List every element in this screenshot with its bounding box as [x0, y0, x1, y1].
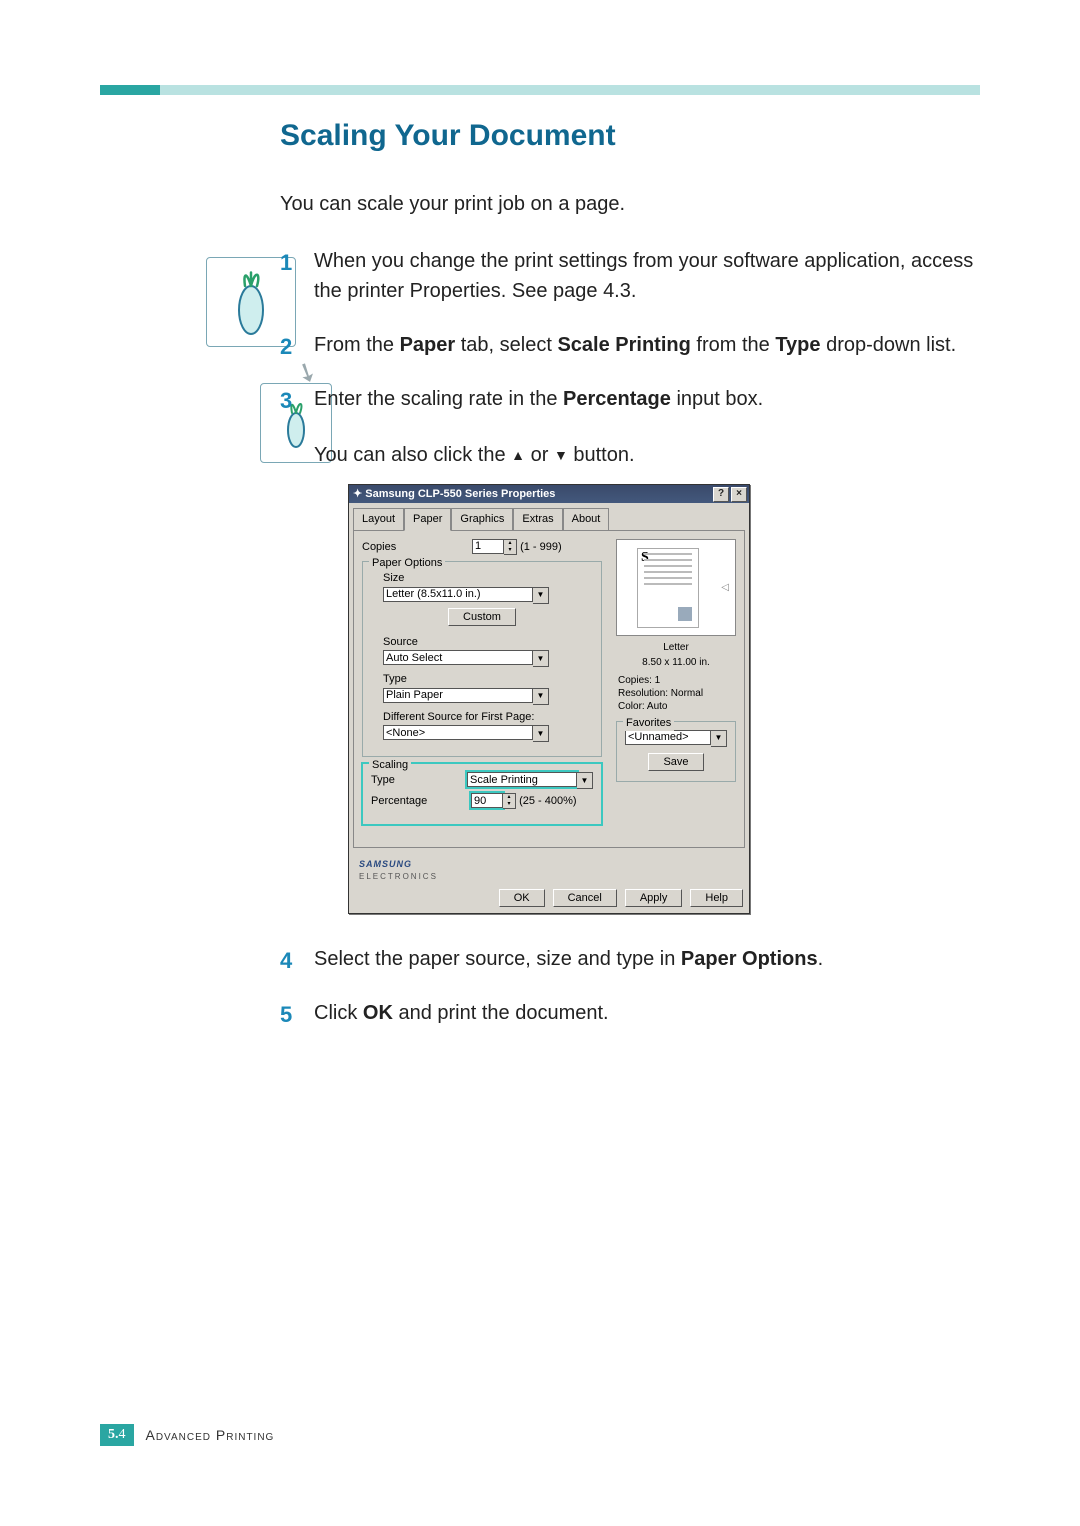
tab-strip: Layout Paper Graphics Extras About	[349, 503, 749, 530]
dialog-right-column: S ◁ Letter 8.50 x 11.00 in. Copies: 1	[616, 539, 736, 788]
percentage-range: (25 - 400%)	[519, 793, 576, 810]
help-window-button[interactable]: ?	[713, 487, 729, 502]
chapter-number: 5.	[108, 1427, 119, 1442]
tab-layout[interactable]: Layout	[353, 508, 404, 531]
steps-list: When you change the print settings from …	[280, 246, 980, 1028]
type-label: Type	[383, 671, 593, 688]
tab-extras[interactable]: Extras	[513, 508, 562, 531]
spin-down-icon[interactable]: ▾	[504, 547, 516, 554]
scaling-group: Scaling Type ▼	[362, 763, 602, 825]
info-color: Color: Auto	[618, 700, 736, 713]
source-dropdown[interactable]: ▼	[383, 650, 549, 667]
step-1: When you change the print settings from …	[280, 246, 980, 306]
dialog-footer: OK Cancel Apply Help	[349, 883, 749, 913]
step-1-text: When you change the print settings from …	[314, 250, 973, 302]
dialog-titlebar: ✦ Samsung CLP-550 Series Properties ? ×	[349, 485, 749, 503]
diff-first-page-label: Different Source for First Page:	[383, 709, 593, 726]
copies-label: Copies	[362, 539, 442, 556]
diff-first-page-dropdown[interactable]: ▼	[383, 725, 549, 742]
page-title: Scaling Your Document	[280, 119, 980, 153]
copies-input[interactable]	[472, 539, 504, 554]
step-5: Click OK and print the document.	[280, 998, 980, 1028]
info-copies: Copies: 1	[618, 674, 736, 687]
tab-graphics[interactable]: Graphics	[451, 508, 513, 531]
custom-size-button[interactable]: Custom	[448, 608, 516, 626]
chevron-down-icon[interactable]: ▼	[533, 650, 549, 667]
window-icon: ✦	[353, 486, 362, 503]
favorites-label: Favorites	[623, 715, 674, 732]
brand-sub: ELECTRONICS	[359, 872, 438, 881]
footer-title: Advanced Printing	[146, 1427, 275, 1443]
chevron-down-icon[interactable]: ▼	[533, 725, 549, 742]
section-rule	[100, 85, 980, 95]
page-number: 4	[119, 1427, 126, 1442]
copies-spinner[interactable]: ▴▾	[472, 539, 517, 555]
preview-size-dim: 8.50 x 11.00 in.	[616, 655, 736, 670]
percentage-input[interactable]	[471, 793, 503, 808]
chevron-down-icon[interactable]: ▼	[711, 730, 727, 747]
favorites-dropdown[interactable]: ▼	[625, 730, 727, 747]
scaling-label: Scaling	[369, 757, 411, 774]
triangle-down-icon: ▼	[554, 447, 568, 463]
scaling-type-dropdown[interactable]: ▼	[467, 772, 593, 789]
source-value[interactable]	[383, 650, 533, 665]
chevron-down-icon[interactable]: ▼	[577, 772, 593, 789]
papertype-dropdown[interactable]: ▼	[383, 688, 549, 705]
source-label: Source	[383, 634, 593, 651]
preview-size-name: Letter	[616, 640, 736, 655]
step-4: Select the paper source, size and type i…	[280, 944, 980, 974]
size-value[interactable]	[383, 587, 533, 602]
step-3-note: You can also click the ▲ or ▼ button.	[314, 440, 980, 470]
size-dropdown[interactable]: ▼	[383, 587, 549, 604]
close-window-button[interactable]: ×	[731, 487, 747, 502]
step-2: From the Paper tab, select Scale Printin…	[280, 330, 980, 360]
scaling-type-label: Type	[371, 772, 448, 789]
dialog-title: Samsung CLP-550 Series Properties	[365, 486, 555, 503]
percentage-spinner[interactable]: ▴▾	[471, 793, 516, 809]
papertype-value[interactable]	[383, 688, 533, 703]
spin-down-icon[interactable]: ▾	[503, 801, 515, 808]
paper-options-group: Paper Options Size ▼ Custom	[362, 561, 602, 757]
apply-button[interactable]: Apply	[625, 889, 683, 907]
percentage-label: Percentage	[371, 793, 451, 810]
scaling-type-value[interactable]	[467, 772, 577, 787]
ok-button[interactable]: OK	[499, 889, 545, 907]
size-label: Size	[383, 570, 593, 587]
tab-body: Copies ▴▾ (1 - 999) Paper Options	[353, 530, 745, 848]
printer-properties-dialog: ✦ Samsung CLP-550 Series Properties ? × …	[348, 484, 750, 914]
cancel-button[interactable]: Cancel	[553, 889, 617, 907]
copies-range: (1 - 999)	[520, 539, 562, 556]
step-3: Enter the scaling rate in the Percentage…	[280, 384, 980, 914]
spin-up-icon[interactable]: ▴	[503, 794, 515, 801]
chevron-down-icon[interactable]: ▼	[533, 688, 549, 705]
chevron-down-icon[interactable]: ▼	[533, 587, 549, 604]
brand-area: SAMSUNG ELECTRONICS	[349, 852, 749, 884]
triangle-up-icon: ▲	[511, 447, 525, 463]
brand-name: SAMSUNG	[359, 859, 412, 869]
favorites-value[interactable]	[625, 730, 711, 745]
help-button[interactable]: Help	[690, 889, 743, 907]
intro-text: You can scale your print job on a page.	[280, 193, 980, 216]
info-resolution: Resolution: Normal	[618, 687, 736, 700]
tab-paper[interactable]: Paper	[404, 508, 451, 531]
diff-first-page-value[interactable]	[383, 725, 533, 740]
page-preview: S ◁	[616, 539, 736, 636]
chapter-page-box: 5.4	[100, 1424, 134, 1446]
paper-options-label: Paper Options	[369, 555, 445, 572]
tab-about[interactable]: About	[563, 508, 610, 531]
page-footer: 5.4 Advanced Printing	[100, 1424, 274, 1446]
spin-up-icon[interactable]: ▴	[504, 540, 516, 547]
save-favorite-button[interactable]: Save	[648, 753, 703, 771]
